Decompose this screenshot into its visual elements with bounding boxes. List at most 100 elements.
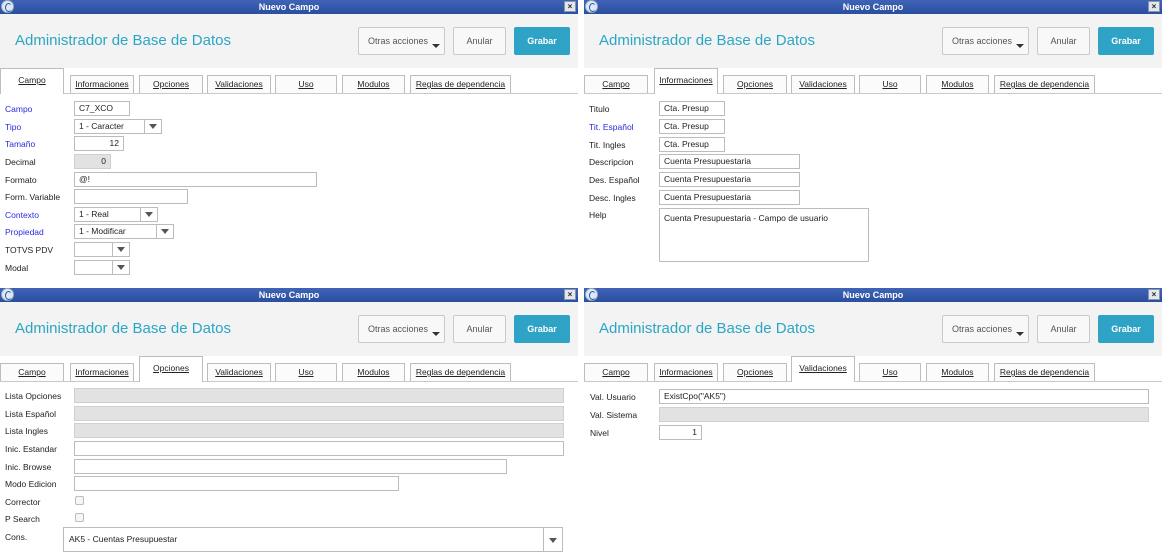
close-button[interactable]: × bbox=[1148, 289, 1160, 300]
descripcion-field[interactable]: Cuenta Presupuestaria bbox=[659, 154, 800, 169]
chevron-down-icon[interactable] bbox=[112, 243, 129, 256]
row-tit-espanol: Tit. Español Cta. Presup bbox=[584, 119, 1162, 135]
modo-edicion-label: Modo Edicion bbox=[5, 479, 57, 489]
tab-opciones[interactable]: Opciones bbox=[139, 356, 203, 382]
tab-informaciones[interactable]: Informaciones bbox=[654, 363, 718, 381]
tab-reglas-dependencia[interactable]: Reglas de dependencia bbox=[994, 363, 1095, 381]
chevron-down-icon[interactable] bbox=[144, 120, 161, 133]
cancel-button[interactable]: Anular bbox=[1037, 315, 1090, 343]
window-title: Nuevo Campo bbox=[842, 290, 904, 300]
row-tipo: Tipo 1 - Caracter bbox=[0, 119, 578, 135]
save-button[interactable]: Grabar bbox=[1098, 315, 1154, 343]
formato-field[interactable]: @! bbox=[74, 172, 317, 187]
tab-campo[interactable]: Campo bbox=[584, 75, 648, 93]
tamano-field[interactable]: 12 bbox=[74, 136, 124, 151]
chevron-down-icon bbox=[432, 332, 440, 336]
tab-modulos[interactable]: Modulos bbox=[342, 363, 405, 381]
lista-opciones-field[interactable] bbox=[74, 388, 564, 403]
contexto-select[interactable]: 1 - Real bbox=[74, 207, 158, 222]
chevron-down-icon[interactable] bbox=[140, 208, 157, 221]
cancel-button[interactable]: Anular bbox=[453, 315, 506, 343]
window-title: Nuevo Campo bbox=[258, 2, 320, 12]
tab-informaciones[interactable]: Informaciones bbox=[70, 363, 134, 381]
close-button[interactable]: × bbox=[564, 1, 576, 12]
save-button[interactable]: Grabar bbox=[514, 27, 570, 55]
save-button[interactable]: Grabar bbox=[514, 315, 570, 343]
chevron-down-icon[interactable] bbox=[112, 261, 129, 274]
app-title: Administrador de Base de Datos bbox=[15, 32, 231, 49]
tab-validaciones[interactable]: Validaciones bbox=[791, 356, 855, 382]
other-actions-label: Otras acciones bbox=[368, 36, 429, 46]
row-help: Help Cuenta Presupuestaria - Campo de us… bbox=[584, 208, 1162, 268]
save-button[interactable]: Grabar bbox=[1098, 27, 1154, 55]
lista-espanol-field[interactable] bbox=[74, 406, 564, 421]
inic-browse-field[interactable] bbox=[74, 459, 507, 474]
row-lista-ingles: Lista Ingles bbox=[0, 423, 578, 439]
val-sistema-field[interactable] bbox=[659, 407, 1149, 422]
row-p-search: P Search bbox=[0, 511, 578, 527]
close-button[interactable]: × bbox=[1148, 1, 1160, 12]
tipo-select[interactable]: 1 - Caracter bbox=[74, 119, 162, 134]
modo-edicion-field[interactable] bbox=[74, 476, 399, 491]
nivel-field[interactable]: 1 bbox=[659, 425, 702, 440]
row-form-variable: Form. Variable bbox=[0, 189, 578, 205]
decimal-field[interactable]: 0 bbox=[74, 154, 111, 169]
tab-validaciones[interactable]: Validaciones bbox=[207, 363, 271, 381]
inic-estandar-field[interactable] bbox=[74, 441, 564, 456]
tab-opciones[interactable]: Opciones bbox=[139, 75, 203, 93]
cancel-button[interactable]: Anular bbox=[453, 27, 506, 55]
help-textarea[interactable]: Cuenta Presupuestaria - Campo de usuario bbox=[659, 208, 869, 262]
other-actions-button[interactable]: Otras acciones bbox=[358, 27, 445, 55]
des-espanol-field[interactable]: Cuenta Presupuestaria bbox=[659, 172, 800, 187]
tab-informaciones[interactable]: Informaciones bbox=[70, 75, 134, 93]
tab-opciones[interactable]: Opciones bbox=[723, 363, 787, 381]
lista-ingles-field[interactable] bbox=[74, 423, 564, 438]
tab-campo[interactable]: Campo bbox=[0, 68, 64, 94]
tab-modulos[interactable]: Modulos bbox=[926, 363, 989, 381]
tit-ingles-field[interactable]: Cta. Presup bbox=[659, 137, 725, 152]
corrector-label: Corrector bbox=[5, 497, 41, 507]
formato-label: Formato bbox=[5, 175, 37, 185]
tab-uso[interactable]: Uso bbox=[275, 75, 337, 93]
tab-uso[interactable]: Uso bbox=[275, 363, 337, 381]
corrector-checkbox[interactable] bbox=[75, 496, 84, 505]
close-button[interactable]: × bbox=[564, 289, 576, 300]
other-actions-button[interactable]: Otras acciones bbox=[358, 315, 445, 343]
cons-select[interactable]: AK5 - Cuentas Presupuestar bbox=[63, 527, 563, 552]
cons-label: Cons. bbox=[5, 532, 28, 542]
row-campo: Campo C7_XCO bbox=[0, 101, 578, 117]
totvs-pdv-select[interactable] bbox=[74, 242, 130, 257]
tab-reglas-dependencia[interactable]: Reglas de dependencia bbox=[994, 75, 1095, 93]
tab-modulos[interactable]: Modulos bbox=[926, 75, 989, 93]
tab-campo[interactable]: Campo bbox=[0, 363, 64, 381]
campo-field[interactable]: C7_XCO bbox=[74, 101, 130, 116]
chevron-down-icon[interactable] bbox=[156, 225, 173, 238]
form-variable-field[interactable] bbox=[74, 189, 188, 204]
desc-ingles-label: Desc. Ingles bbox=[589, 193, 636, 203]
propiedad-select[interactable]: 1 - Modificar bbox=[74, 224, 174, 239]
tab-informaciones[interactable]: Informaciones bbox=[654, 68, 718, 94]
tab-modulos[interactable]: Modulos bbox=[342, 75, 405, 93]
p-search-checkbox[interactable] bbox=[75, 513, 84, 522]
other-actions-button[interactable]: Otras acciones bbox=[942, 27, 1029, 55]
tab-opciones[interactable]: Opciones bbox=[723, 75, 787, 93]
tab-uso[interactable]: Uso bbox=[859, 75, 921, 93]
header-bar: Administrador de Base de Datos Otras acc… bbox=[584, 14, 1162, 68]
tab-uso[interactable]: Uso bbox=[859, 363, 921, 381]
titulo-field[interactable]: Cta. Presup bbox=[659, 101, 725, 116]
val-usuario-field[interactable]: ExistCpo("AK5") bbox=[659, 389, 1149, 404]
cancel-button[interactable]: Anular bbox=[1037, 27, 1090, 55]
tab-reglas-dependencia[interactable]: Reglas de dependencia bbox=[410, 75, 511, 93]
app-logo-icon bbox=[1, 288, 14, 301]
other-actions-button[interactable]: Otras acciones bbox=[942, 315, 1029, 343]
tab-validaciones[interactable]: Validaciones bbox=[791, 75, 855, 93]
tab-reglas-dependencia[interactable]: Reglas de dependencia bbox=[410, 363, 511, 381]
tab-validaciones[interactable]: Validaciones bbox=[207, 75, 271, 93]
desc-ingles-field[interactable]: Cuenta Presupuestaria bbox=[659, 190, 800, 205]
tit-espanol-field[interactable]: Cta. Presup bbox=[659, 119, 725, 134]
row-val-sistema: Val. Sistema bbox=[584, 407, 1162, 423]
modal-select[interactable] bbox=[74, 260, 130, 275]
tab-campo[interactable]: Campo bbox=[584, 363, 648, 381]
totvs-pdv-label: TOTVS PDV bbox=[5, 245, 54, 255]
chevron-down-icon[interactable] bbox=[543, 528, 562, 551]
